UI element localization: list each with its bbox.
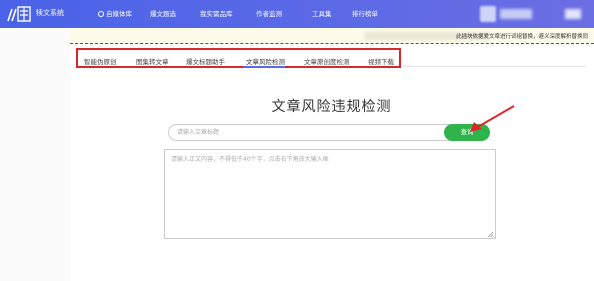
nav-item-label: 自媒体库 <box>106 10 132 18</box>
tab-video-download[interactable]: 视频下载 <box>368 56 394 66</box>
nav-item-author-monitor[interactable]: 作者监测 <box>256 8 282 18</box>
active-tab-indicator <box>243 66 285 68</box>
content-textarea[interactable]: 请输入正文内容，不得低于40个字，点击右下角放大输入框 <box>164 149 496 239</box>
nav-item-hot-articles[interactable]: 爆文题选 <box>150 8 176 18</box>
top-navbar: 犊文系统 自媒体库 爆文题选 我实需品库 作者监测 工具集 排行榜单 <box>0 0 594 28</box>
username[interactable] <box>500 9 532 19</box>
annotation-arrow-icon <box>470 105 515 132</box>
avatar[interactable] <box>480 6 496 22</box>
resize-handle-icon[interactable] <box>487 231 494 238</box>
brand-name: 犊文系统 <box>36 9 64 17</box>
nav-item-rankings[interactable]: 排行榜单 <box>352 8 378 18</box>
notice-text: 此插块依据爱文章进行词组替换，避义深度解析替换同 <box>455 34 588 40</box>
title-input[interactable]: 请输入文章标题 <box>168 124 488 141</box>
tab-title-assistant[interactable]: 爆文标题助手 <box>186 56 225 66</box>
tab-gallery-to-article[interactable]: 图集转文章 <box>136 56 169 66</box>
media-icon <box>98 11 104 17</box>
notice-bar: 此插块依据爱文章进行词组替换，避义深度解析替换同 <box>70 28 594 44</box>
nav-item-products[interactable]: 我实需品库 <box>200 8 233 18</box>
tab-risk-check[interactable]: 文章风险检测 <box>246 56 285 66</box>
tabs-divider <box>402 66 586 67</box>
tab-pseudo-original[interactable]: 智能伪原创 <box>84 56 117 66</box>
nav-item-media-library[interactable]: 自媒体库 <box>98 8 132 18</box>
tool-tabs: 智能伪原创 图集转文章 爆文标题助手 文章风险检测 文章原创度检测 视频下载 <box>76 48 401 68</box>
nav-item-tools[interactable]: 工具集 <box>312 8 332 18</box>
user-menu[interactable] <box>565 9 581 19</box>
tab-originality-check[interactable]: 文章原创度检测 <box>304 56 350 66</box>
left-sidebar <box>0 28 70 281</box>
logo-icon[interactable] <box>6 3 32 25</box>
